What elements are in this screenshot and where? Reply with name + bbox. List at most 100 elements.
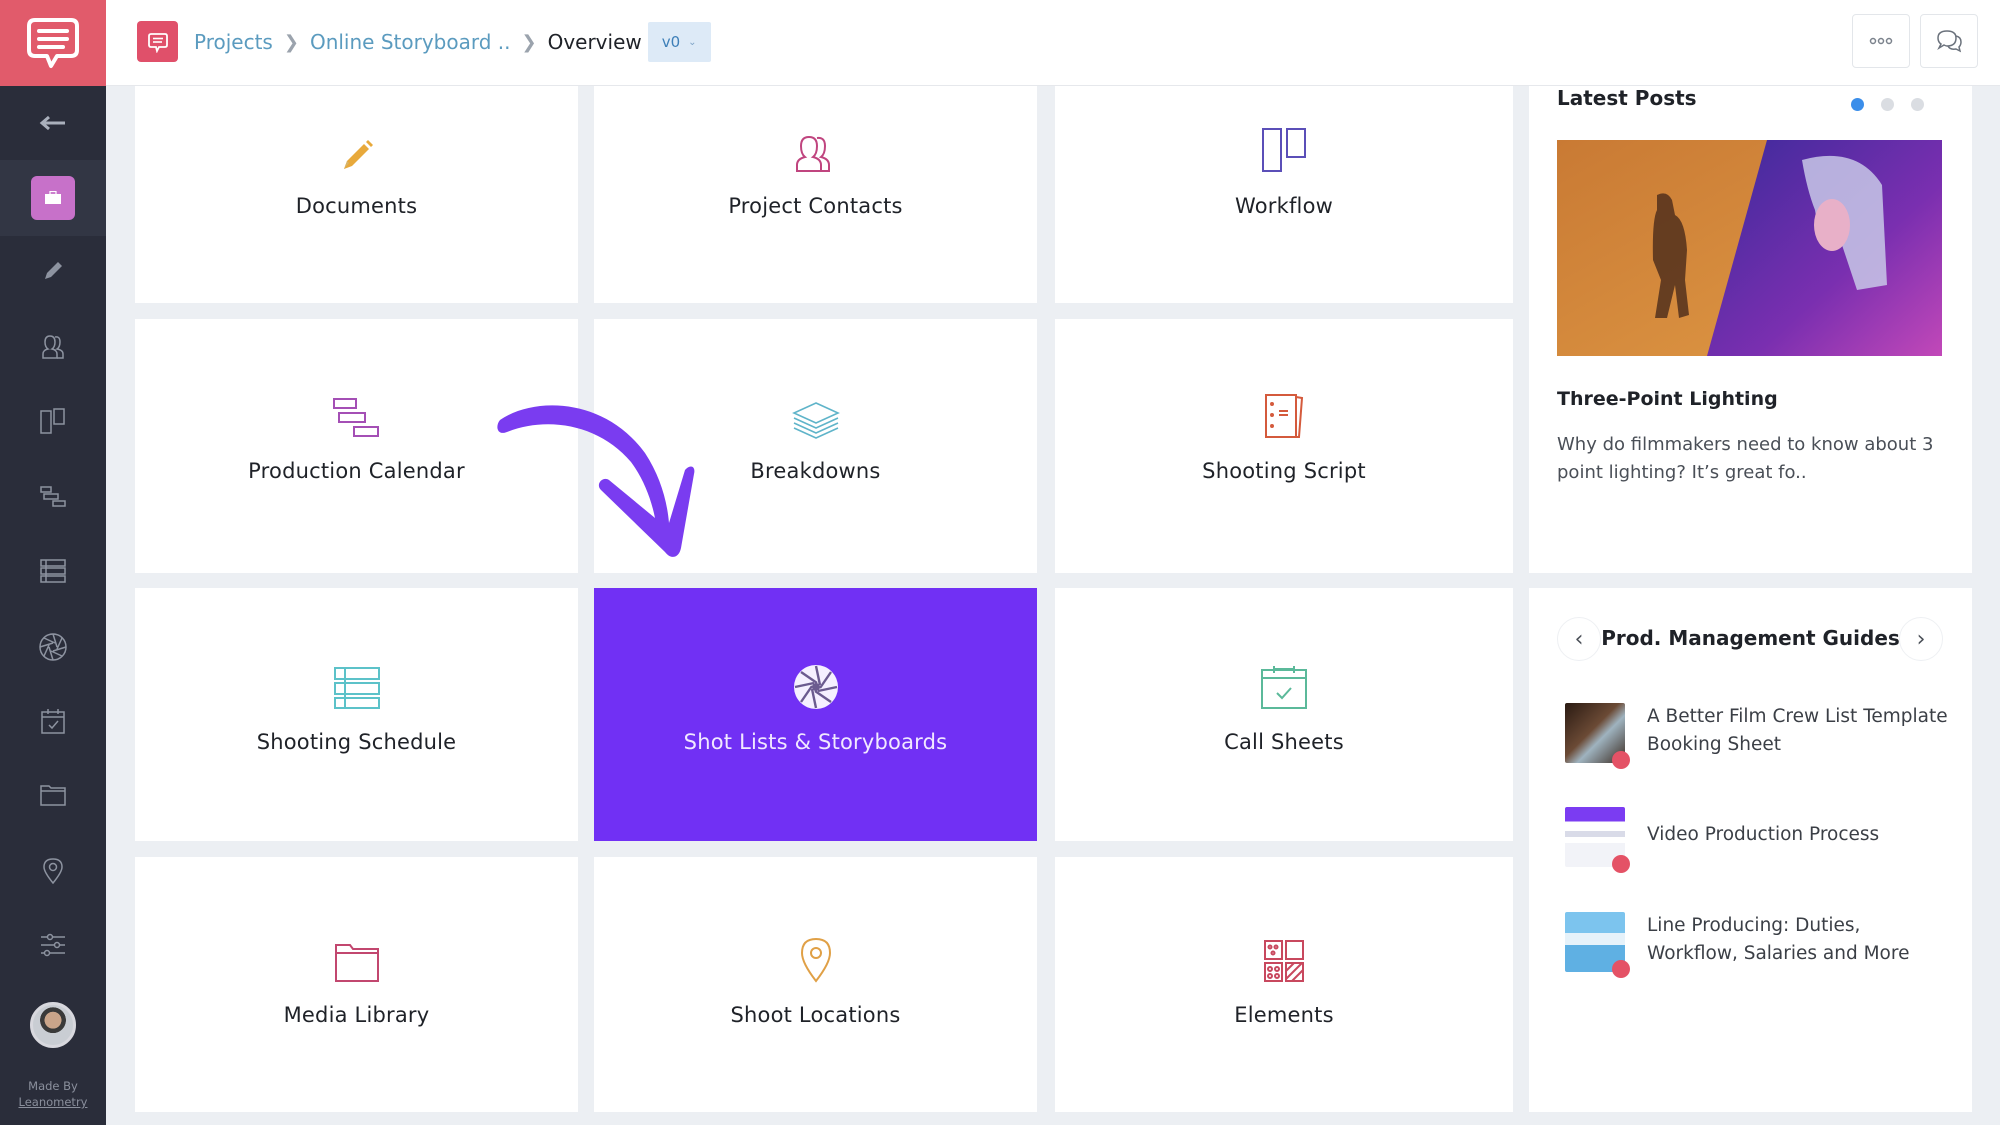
tile-media-library[interactable]: Media Library [135, 857, 578, 1112]
breadcrumb-project[interactable]: Online Storyboard .. [310, 30, 511, 54]
chevron-down-icon: ⌄ [688, 36, 697, 48]
tile-label: Shooting Script [1202, 459, 1366, 483]
guides-panel: ‹ Prod. Management Guides › A Better Fil… [1529, 588, 1972, 1112]
breadcrumb: Projects ❯ Online Storyboard .. ❯ Overvi… [194, 22, 711, 62]
contacts-icon [42, 335, 64, 359]
kanban-icon [40, 408, 65, 434]
tile-shot-lists-storyboards[interactable]: Shot Lists & Storyboards [594, 588, 1037, 841]
tile-workflow[interactable]: Workflow [1055, 86, 1513, 303]
tile-call-sheets[interactable]: Call Sheets [1055, 588, 1513, 841]
guide-item[interactable]: Line Producing: Duties, Workflow, Salari… [1565, 912, 1955, 978]
carousel-dot-1[interactable] [1851, 98, 1864, 111]
video-badge-icon [1612, 960, 1630, 978]
guide-title: Video Production Process [1647, 824, 1880, 845]
calendar-check-icon [41, 709, 65, 734]
project-badge[interactable] [137, 21, 178, 62]
guide-thumbnail [1565, 703, 1630, 769]
tile-label: Production Calendar [248, 459, 465, 483]
tile-label: Shoot Locations [730, 1003, 901, 1027]
breadcrumb-projects[interactable]: Projects [194, 30, 273, 54]
kanban-icon [1262, 128, 1306, 172]
sidebar-item-locations[interactable] [0, 834, 106, 908]
gantt-icon [332, 398, 379, 437]
post-image[interactable] [1557, 140, 1942, 356]
guide-title: A Better Film Crew List Template Booking… [1647, 706, 1948, 755]
breadcrumb-current: Overview [547, 30, 642, 54]
tile-label: Call Sheets [1224, 730, 1344, 754]
sidebar-item-schedule[interactable] [0, 534, 106, 608]
sidebar-item-contacts[interactable] [0, 310, 106, 384]
guide-item[interactable]: A Better Film Crew List Template Booking… [1565, 703, 1955, 769]
tile-production-calendar[interactable]: Production Calendar [135, 319, 578, 573]
folder-icon [334, 944, 379, 982]
sidebar: Made By Leanometry [0, 0, 106, 1125]
more-options-button[interactable] [1852, 14, 1910, 68]
aperture-icon [39, 633, 67, 661]
carousel-dot-2[interactable] [1881, 98, 1894, 111]
arrow-left-icon [39, 115, 65, 131]
list-icon [333, 667, 380, 709]
pencil-icon [45, 262, 62, 279]
map-pin-icon [800, 937, 831, 983]
sidebar-item-callsheets[interactable] [0, 684, 106, 758]
post-title[interactable]: Three-Point Lighting [1557, 388, 1778, 410]
layers-icon [791, 402, 840, 439]
sidebar-item-documents[interactable] [0, 234, 106, 308]
tile-project-contacts[interactable]: Project Contacts [594, 86, 1037, 303]
sidebar-item-settings[interactable] [0, 908, 106, 982]
gantt-icon [40, 486, 66, 507]
video-badge-icon [1612, 855, 1630, 873]
tile-label: Shot Lists & Storyboards [683, 730, 948, 754]
tile-breakdowns[interactable]: Breakdowns [594, 319, 1037, 573]
chat-bubbles-icon [1937, 30, 1962, 53]
sidebar-item-workflow[interactable] [0, 384, 106, 458]
breadcrumb-separator-icon: ❯ [283, 31, 299, 53]
version-dropdown[interactable]: v0 ⌄ [647, 22, 711, 62]
made-by-credit[interactable]: Made By Leanometry [0, 1078, 106, 1110]
tile-label: Documents [295, 194, 418, 218]
sidebar-item-media[interactable] [0, 758, 106, 832]
sidebar-item-overview[interactable] [0, 160, 106, 236]
chevron-right-icon: › [1916, 626, 1926, 652]
tile-elements[interactable]: Elements [1055, 857, 1513, 1112]
list-icon [40, 559, 66, 583]
guide-title: Line Producing: Duties, Workflow, Salari… [1647, 915, 1910, 964]
sidebar-item-shotlists[interactable] [0, 610, 106, 684]
briefcase-icon [45, 191, 61, 204]
pencil-icon [343, 140, 373, 169]
comments-button[interactable] [1920, 14, 1978, 68]
tile-shoot-locations[interactable]: Shoot Locations [594, 857, 1037, 1112]
sidebar-item-back[interactable] [0, 86, 106, 160]
tile-documents[interactable]: Documents [135, 86, 578, 303]
tile-label: Project Contacts [728, 194, 903, 218]
guide-thumbnail [1565, 807, 1630, 873]
latest-posts-panel: Latest Posts Three-Point Lighting Why do… [1529, 86, 1972, 573]
sliders-icon [41, 933, 65, 957]
map-pin-icon [43, 858, 63, 885]
guide-item[interactable]: Video Production Process [1565, 807, 1955, 873]
post-thumbnail-image [1557, 140, 1942, 356]
latest-posts-title: Latest Posts [1557, 86, 1697, 110]
sidebar-item-calendar[interactable] [0, 460, 106, 534]
elements-grid-icon [1264, 940, 1304, 982]
guide-thumbnail [1565, 912, 1630, 978]
contacts-icon [795, 135, 830, 172]
leanometry-link[interactable]: Leanometry [0, 1094, 106, 1110]
guides-next-button[interactable]: › [1899, 617, 1943, 661]
script-icon [1265, 394, 1304, 438]
post-excerpt: Why do filmmakers need to know about 3 p… [1557, 434, 1934, 483]
tile-label: Workflow [1234, 194, 1334, 218]
app-logo[interactable] [0, 0, 106, 86]
tile-label: Media Library [283, 1003, 430, 1027]
tile-shooting-schedule[interactable]: Shooting Schedule [135, 588, 578, 841]
tile-label: Breakdowns [750, 459, 881, 483]
video-badge-icon [1612, 751, 1630, 769]
tile-label: Shooting Schedule [256, 730, 457, 754]
more-dots-icon [1869, 37, 1893, 45]
user-avatar[interactable] [30, 1002, 76, 1048]
tile-shooting-script[interactable]: Shooting Script [1055, 319, 1513, 573]
aperture-icon [793, 665, 838, 709]
carousel-dot-3[interactable] [1911, 98, 1924, 111]
version-label: v0 [661, 33, 681, 51]
calendar-check-icon [1261, 666, 1307, 709]
